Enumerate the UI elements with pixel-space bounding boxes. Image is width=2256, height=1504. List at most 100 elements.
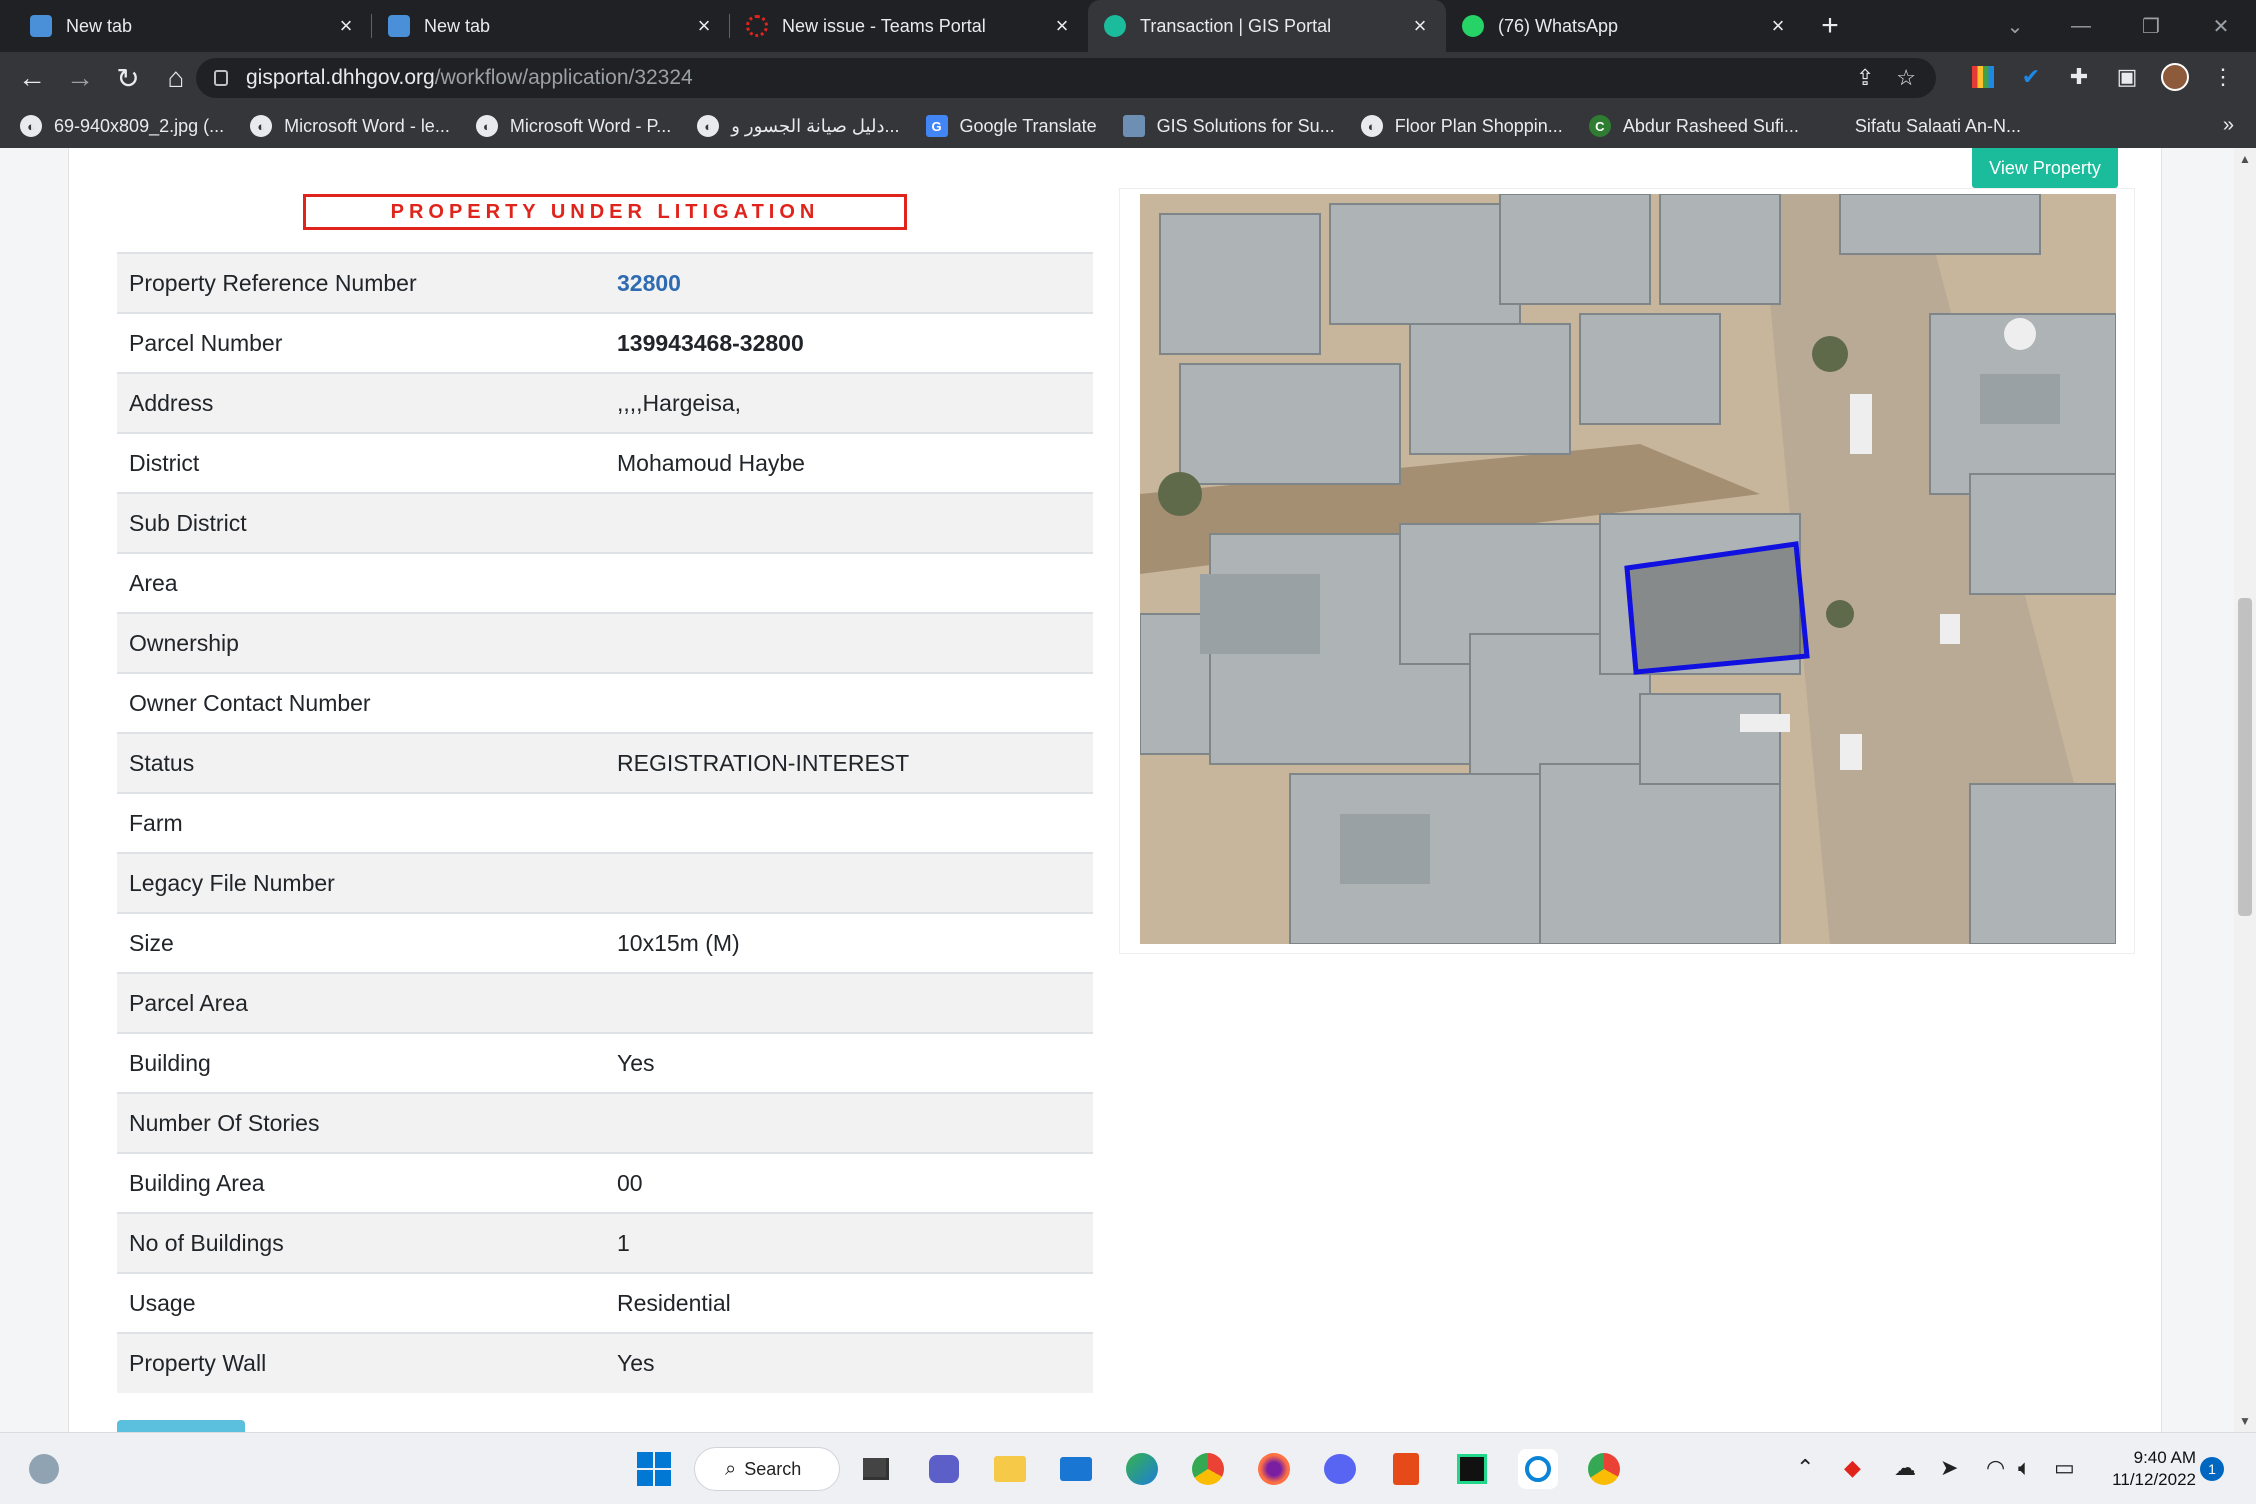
gis-solutions-icon — [1122, 115, 1145, 137]
reload-icon[interactable]: ↻ — [104, 54, 152, 102]
new-tab-button[interactable]: + — [1804, 0, 1856, 52]
tab-whatsapp[interactable]: (76) WhatsApp × — [1446, 0, 1804, 52]
office-icon[interactable] — [1386, 1449, 1426, 1489]
chrome-icon[interactable] — [1188, 1449, 1228, 1489]
tab-title: Transaction | GIS Portal — [1140, 15, 1332, 36]
wifi-icon[interactable]: ◠ — [1986, 1455, 2005, 1481]
globe-icon: ◐ — [697, 115, 720, 137]
pycharm-icon[interactable] — [1452, 1449, 1492, 1489]
page-viewport: PROPERTY UNDER LITIGATION Property Refer… — [0, 148, 2234, 1432]
new-tab-icon — [30, 15, 52, 37]
property-label: Building — [129, 1049, 211, 1076]
battery-icon[interactable]: ▭ — [2054, 1455, 2075, 1481]
property-row: Property Wall Yes — [117, 1333, 1093, 1393]
bookmark-item[interactable]: ◐ 69-940x809_2.jpg (... — [20, 115, 224, 137]
taskbar-search[interactable]: ⌕ Search — [694, 1447, 840, 1491]
tab-new-tab-2[interactable]: New tab × — [372, 0, 730, 52]
puzzle-extensions-icon[interactable]: ✚ — [2062, 60, 2096, 94]
notification-badge[interactable]: 1 — [2200, 1457, 2224, 1481]
property-row: Area — [117, 553, 1093, 613]
tab-title: New tab — [66, 15, 133, 36]
tab-gis-portal[interactable]: Transaction | GIS Portal × — [1088, 0, 1446, 52]
property-row: Owner Contact Number — [117, 673, 1093, 733]
property-label: Ownership — [129, 629, 239, 656]
file-explorer-icon[interactable] — [990, 1449, 1030, 1489]
clock-time: 9:40 AM — [2133, 1448, 2196, 1467]
more-bookmarks-icon[interactable]: » — [2223, 114, 2234, 137]
tab-strip: New tab × New tab × New issue - Teams Po… — [0, 0, 2256, 52]
bookmark-item[interactable]: C Abdur Rasheed Sufi... — [1588, 115, 1799, 137]
chrome-profile-icon[interactable] — [1584, 1449, 1624, 1489]
teams-chat-icon[interactable] — [924, 1449, 964, 1489]
view-property-button[interactable]: View Property — [1972, 148, 2118, 188]
bookmark-item[interactable]: ◐ Microsoft Word - le... — [250, 115, 450, 137]
property-label: Building Area — [129, 1169, 265, 1196]
bookmark-star-icon[interactable]: ☆ — [1896, 65, 1916, 91]
scrollbar-thumb[interactable] — [2238, 598, 2252, 916]
bookmark-item[interactable]: GIS Solutions for Su... — [1122, 115, 1335, 137]
property-row: Parcel Area — [117, 973, 1093, 1033]
property-row: District Mohamoud Haybe — [117, 433, 1093, 493]
close-icon[interactable]: × — [692, 13, 716, 39]
edge-browser-icon[interactable] — [1122, 1449, 1162, 1489]
anydesk-tray-icon[interactable]: ◆ — [1844, 1455, 1861, 1481]
task-view-icon[interactable] — [856, 1449, 896, 1489]
lock-icon[interactable] — [214, 70, 228, 86]
discord-icon[interactable] — [1320, 1449, 1360, 1489]
close-icon[interactable]: × — [1050, 13, 1074, 39]
minimize-icon[interactable]: — — [2046, 0, 2116, 52]
close-window-icon[interactable]: ✕ — [2186, 0, 2256, 52]
menu-kebab-icon[interactable]: ⋮ — [2206, 60, 2240, 94]
profile-avatar[interactable] — [2158, 60, 2192, 94]
back-arrow-icon[interactable]: ← — [8, 54, 56, 102]
google-translate-icon: G — [925, 115, 948, 137]
property-value: 10x15m (M) — [617, 929, 740, 956]
volume-icon[interactable]: 🔈︎ — [2018, 1455, 2031, 1481]
tab-title: New issue - Teams Portal — [782, 15, 986, 36]
color-extension-icon[interactable] — [1966, 60, 2000, 94]
property-row: Usage Residential — [117, 1273, 1093, 1333]
firefox-icon[interactable] — [1254, 1449, 1294, 1489]
checkmark-extension-icon[interactable]: ✔ — [2014, 60, 2048, 94]
property-label: Usage — [129, 1289, 196, 1316]
address-bar[interactable]: gisportal.dhhgov.org/workflow/applicatio… — [196, 58, 1936, 98]
home-icon[interactable]: ⌂ — [152, 54, 200, 102]
windows-start-icon[interactable] — [634, 1449, 674, 1489]
scroll-up-icon[interactable]: ▲ — [2234, 152, 2256, 166]
show-hidden-icons[interactable]: ⌃ — [1796, 1455, 1814, 1481]
bookmark-item[interactable]: ◐ دليل صيانة الجسور و... — [697, 115, 900, 137]
bookmark-item[interactable]: G Google Translate — [925, 115, 1097, 137]
aerial-map[interactable] — [1140, 194, 2116, 944]
mail-icon[interactable] — [1056, 1449, 1096, 1489]
property-row: Farm — [117, 793, 1093, 853]
globe-icon: ◐ — [250, 115, 273, 137]
snipping-tool-icon[interactable] — [1518, 1449, 1558, 1489]
forward-arrow-icon[interactable]: → — [56, 54, 104, 102]
property-row: Parcel Number 139943468-32800 — [117, 313, 1093, 373]
bookmark-item[interactable]: ◐ Floor Plan Shoppin... — [1360, 115, 1563, 137]
system-clock[interactable]: 9:40 AM 11/12/2022 — [2100, 1447, 2196, 1491]
property-label: Property Wall — [129, 1350, 267, 1376]
close-icon[interactable]: × — [334, 13, 358, 39]
tab-teams-portal[interactable]: New issue - Teams Portal × — [730, 0, 1088, 52]
tab-search-icon[interactable]: ⌄ — [1980, 0, 2050, 52]
bookmark-item[interactable]: ◐ Microsoft Word - P... — [475, 115, 671, 137]
aerial-imagery — [1140, 194, 2116, 944]
property-row: No of Buildings 1 — [117, 1213, 1093, 1273]
close-icon[interactable]: × — [1408, 13, 1432, 39]
restore-icon[interactable]: ❐ — [2116, 0, 2186, 52]
share-icon[interactable]: ⇪ — [1856, 65, 1874, 91]
scroll-down-icon[interactable]: ▼ — [2234, 1414, 2256, 1428]
property-row: Property Reference Number 32800 — [117, 253, 1093, 313]
location-tray-icon[interactable]: ➤ — [1940, 1455, 1958, 1481]
property-reference-link[interactable]: 32800 — [617, 253, 1093, 313]
action-button[interactable] — [117, 1420, 245, 1432]
page-scrollbar[interactable]: ▲ ▼ — [2234, 148, 2256, 1432]
property-value: Yes — [617, 1049, 655, 1076]
onedrive-tray-icon[interactable]: ☁ — [1894, 1455, 1916, 1481]
widgets-icon[interactable] — [24, 1449, 64, 1489]
side-panel-icon[interactable]: ▣ — [2110, 60, 2144, 94]
bookmark-item[interactable]: Sifatu Salaati An-N... — [1855, 116, 2021, 137]
tab-new-tab-1[interactable]: New tab × — [14, 0, 372, 52]
close-icon[interactable]: × — [1766, 13, 1790, 39]
